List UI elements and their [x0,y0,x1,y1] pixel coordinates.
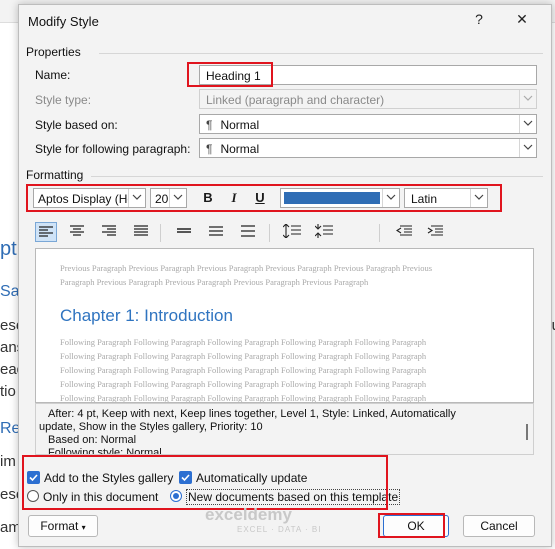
caret-down-icon: ▾ [81,523,86,532]
pilcrow-icon: ¶ [206,118,213,132]
align-right-icon[interactable] [98,222,120,242]
style-type-label: Style type: [35,93,92,107]
preview-previous-line: Paragraph Previous Paragraph Previous Pa… [60,277,369,287]
format-button[interactable]: Format ▾ [28,515,98,537]
align-left-icon[interactable] [35,222,57,242]
increase-paragraph-spacing-icon[interactable] [281,222,303,242]
title-bar: Modify Style ? ✕ [19,5,551,37]
highlight-name [187,62,273,87]
align-center-icon[interactable] [66,222,88,242]
properties-section-label: Properties [26,45,81,59]
toolbar-separator [379,224,380,242]
highlight-options [22,455,388,510]
divider [91,176,543,177]
style-description: After: 4 pt, Keep with next, Keep lines … [35,403,534,455]
close-button[interactable]: ✕ [509,11,535,31]
exceldemy-logo: exceldemy EXCEL · DATA · BI [205,505,321,534]
preview-following-line: Following Paragraph Following Paragraph … [60,351,427,361]
cancel-button[interactable]: Cancel [463,515,535,537]
increase-indent-icon[interactable] [424,222,446,242]
bg-text: im [0,453,16,470]
style-preview: Previous Paragraph Previous Paragraph Pr… [35,248,534,403]
watermark-tagline: EXCEL · DATA · BI [237,525,322,534]
pilcrow-icon: ¶ [206,142,213,156]
chevron-down-icon [519,90,536,108]
scrollbar[interactable] [526,424,528,440]
watermark-brand: exceldemy [205,505,292,524]
style-type-value: Linked (paragraph and character) [206,93,385,107]
one-half-spacing-icon[interactable] [205,222,227,242]
preview-following-line: Following Paragraph Following Paragraph … [60,365,427,375]
preview-previous-line: Previous Paragraph Previous Paragraph Pr… [60,263,433,273]
decrease-paragraph-spacing-icon[interactable] [313,222,335,242]
following-select[interactable]: ¶ Normal [199,138,537,158]
toolbar-separator [269,224,270,242]
preview-following-line: Following Paragraph Following Paragraph … [60,337,427,347]
following-label: Style for following paragraph: [35,142,191,156]
following-value: Normal [220,142,260,156]
preview-following-line: Following Paragraph Following Paragraph … [60,393,427,403]
bg-text: tio [0,383,16,400]
highlight-ok [378,513,445,538]
double-spacing-icon[interactable] [237,222,259,242]
based-on-select[interactable]: ¶ Normal [199,114,537,134]
style-type-select[interactable]: Linked (paragraph and character) [199,89,537,109]
bg-text: pt [0,238,17,260]
description-line: Based on: Normal [48,434,137,446]
name-label: Name: [35,68,71,82]
preview-heading: Chapter 1: Introduction [60,306,233,325]
single-spacing-icon[interactable] [173,222,195,242]
justify-icon[interactable] [130,222,152,242]
description-line: Following style: Normal [48,447,162,455]
format-button-label: Format [40,519,79,533]
divider [99,53,543,54]
highlight-formatting [26,184,502,212]
dialog-title: Modify Style [28,14,99,29]
decrease-indent-icon[interactable] [393,222,415,242]
description-line: After: 4 pt, Keep with next, Keep lines … [48,408,456,420]
formatting-section-label: Formatting [26,168,84,182]
modify-style-dialog: Modify Style ? ✕ Properties Name: Headin… [18,4,552,547]
based-on-label: Style based on: [35,118,118,132]
help-button[interactable]: ? [466,11,492,31]
chevron-down-icon [519,139,536,157]
preview-following-line: Following Paragraph Following Paragraph … [60,379,427,389]
description-line: update, Show in the Styles gallery, Prio… [39,421,263,433]
chevron-down-icon [519,115,536,133]
toolbar-separator [160,224,161,242]
based-on-value: Normal [220,118,260,132]
